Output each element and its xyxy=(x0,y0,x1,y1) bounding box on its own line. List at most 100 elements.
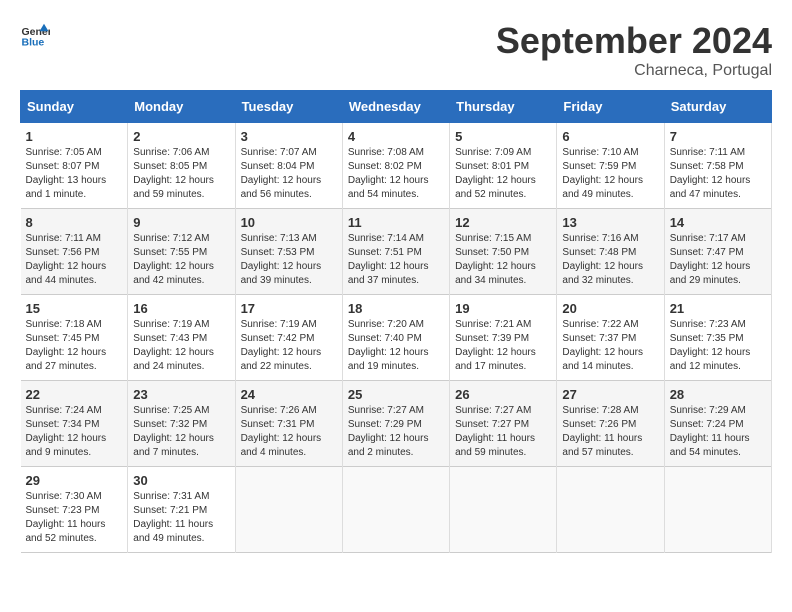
day-info: Sunrise: 7:30 AMSunset: 7:23 PMDaylight:… xyxy=(26,491,106,544)
day-info: Sunrise: 7:18 AMSunset: 7:45 PMDaylight:… xyxy=(26,319,107,372)
day-info: Sunrise: 7:24 AMSunset: 7:34 PMDaylight:… xyxy=(26,405,107,458)
day-number: 14 xyxy=(670,215,766,230)
calendar-cell: 28Sunrise: 7:29 AMSunset: 7:24 PMDayligh… xyxy=(664,381,771,467)
calendar-cell: 19 Sunrise: 7:21 AMSunset: 7:39 PMDayligh… xyxy=(450,295,557,381)
calendar-cell: 16 Sunrise: 7:19 AMSunset: 7:43 PMDayligh… xyxy=(128,295,235,381)
calendar-cell: 25 Sunrise: 7:27 AMSunset: 7:29 PMDayligh… xyxy=(342,381,449,467)
calendar-body: 1Sunrise: 7:05 AMSunset: 8:07 PMDaylight… xyxy=(21,123,772,553)
day-info: Sunrise: 7:25 AMSunset: 7:32 PMDaylight:… xyxy=(133,405,214,458)
day-info: Sunrise: 7:23 AMSunset: 7:35 PMDaylight:… xyxy=(670,319,751,372)
day-number: 2 xyxy=(133,129,229,144)
location-subtitle: Charneca, Portugal xyxy=(496,62,772,80)
day-info: Sunrise: 7:20 AMSunset: 7:40 PMDaylight:… xyxy=(348,319,429,372)
day-info: Sunrise: 7:22 AMSunset: 7:37 PMDaylight:… xyxy=(562,319,643,372)
col-saturday: Saturday xyxy=(664,91,771,123)
calendar-week-row: 22 Sunrise: 7:24 AMSunset: 7:34 PMDayligh… xyxy=(21,381,772,467)
calendar-cell: 3 Sunrise: 7:07 AMSunset: 8:04 PMDaylight… xyxy=(235,123,342,209)
calendar-cell: 13 Sunrise: 7:16 AMSunset: 7:48 PMDayligh… xyxy=(557,209,664,295)
day-number: 8 xyxy=(26,215,123,230)
day-info: Sunrise: 7:12 AMSunset: 7:55 PMDaylight:… xyxy=(133,233,214,286)
calendar-cell: 15 Sunrise: 7:18 AMSunset: 7:45 PMDayligh… xyxy=(21,295,128,381)
day-info: Sunrise: 7:26 AMSunset: 7:31 PMDaylight:… xyxy=(241,405,322,458)
day-info: Sunrise: 7:21 AMSunset: 7:39 PMDaylight:… xyxy=(455,319,536,372)
day-info: Sunrise: 7:08 AMSunset: 8:02 PMDaylight:… xyxy=(348,147,429,200)
day-number: 13 xyxy=(562,215,658,230)
calendar-cell: 17 Sunrise: 7:19 AMSunset: 7:42 PMDayligh… xyxy=(235,295,342,381)
calendar-cell: 11 Sunrise: 7:14 AMSunset: 7:51 PMDayligh… xyxy=(342,209,449,295)
month-title: September 2024 xyxy=(496,20,772,62)
day-info: Sunrise: 7:09 AMSunset: 8:01 PMDaylight:… xyxy=(455,147,536,200)
day-number: 26 xyxy=(455,387,551,402)
day-number: 11 xyxy=(348,215,444,230)
col-friday: Friday xyxy=(557,91,664,123)
day-info: Sunrise: 7:31 AMSunset: 7:21 PMDaylight:… xyxy=(133,491,213,544)
calendar-week-row: 29 Sunrise: 7:30 AMSunset: 7:23 PMDayligh… xyxy=(21,467,772,553)
day-info: Sunrise: 7:27 AMSunset: 7:27 PMDaylight:… xyxy=(455,405,535,458)
calendar-week-row: 1Sunrise: 7:05 AMSunset: 8:07 PMDaylight… xyxy=(21,123,772,209)
calendar-cell: 14Sunrise: 7:17 AMSunset: 7:47 PMDayligh… xyxy=(664,209,771,295)
calendar-cell: 23Sunrise: 7:25 AMSunset: 7:32 PMDayligh… xyxy=(128,381,235,467)
calendar-cell: 29 Sunrise: 7:30 AMSunset: 7:23 PMDayligh… xyxy=(21,467,128,553)
calendar-cell: 7Sunrise: 7:11 AMSunset: 7:58 PMDaylight… xyxy=(664,123,771,209)
calendar-cell: 18 Sunrise: 7:20 AMSunset: 7:40 PMDayligh… xyxy=(342,295,449,381)
calendar-cell: 22 Sunrise: 7:24 AMSunset: 7:34 PMDayligh… xyxy=(21,381,128,467)
calendar-cell: 12Sunrise: 7:15 AMSunset: 7:50 PMDayligh… xyxy=(450,209,557,295)
day-info: Sunrise: 7:07 AMSunset: 8:04 PMDaylight:… xyxy=(241,147,322,200)
day-info: Sunrise: 7:27 AMSunset: 7:29 PMDaylight:… xyxy=(348,405,429,458)
calendar-cell xyxy=(664,467,771,553)
day-number: 22 xyxy=(26,387,123,402)
day-number: 4 xyxy=(348,129,444,144)
logo: General Blue xyxy=(20,20,50,50)
day-info: Sunrise: 7:14 AMSunset: 7:51 PMDaylight:… xyxy=(348,233,429,286)
day-number: 17 xyxy=(241,301,337,316)
calendar-cell: 30Sunrise: 7:31 AMSunset: 7:21 PMDayligh… xyxy=(128,467,235,553)
page-header: General Blue September 2024 Charneca, Po… xyxy=(20,20,772,80)
day-info: Sunrise: 7:06 AMSunset: 8:05 PMDaylight:… xyxy=(133,147,214,200)
col-sunday: Sunday xyxy=(21,91,128,123)
calendar-cell xyxy=(235,467,342,553)
calendar-cell: 27 Sunrise: 7:28 AMSunset: 7:26 PMDayligh… xyxy=(557,381,664,467)
day-number: 3 xyxy=(241,129,337,144)
day-number: 9 xyxy=(133,215,229,230)
day-number: 20 xyxy=(562,301,658,316)
calendar-table: Sunday Monday Tuesday Wednesday Thursday… xyxy=(20,90,772,553)
day-number: 29 xyxy=(26,473,123,488)
day-number: 16 xyxy=(133,301,229,316)
calendar-cell: 5 Sunrise: 7:09 AMSunset: 8:01 PMDaylight… xyxy=(450,123,557,209)
day-info: Sunrise: 7:10 AMSunset: 7:59 PMDaylight:… xyxy=(562,147,643,200)
calendar-cell: 8 Sunrise: 7:11 AMSunset: 7:56 PMDaylight… xyxy=(21,209,128,295)
calendar-cell xyxy=(557,467,664,553)
calendar-cell xyxy=(450,467,557,553)
col-wednesday: Wednesday xyxy=(342,91,449,123)
day-info: Sunrise: 7:05 AMSunset: 8:07 PMDaylight:… xyxy=(26,147,107,200)
calendar-cell xyxy=(342,467,449,553)
day-number: 25 xyxy=(348,387,444,402)
col-tuesday: Tuesday xyxy=(235,91,342,123)
title-area: September 2024 Charneca, Portugal xyxy=(496,20,772,80)
day-number: 6 xyxy=(562,129,658,144)
day-info: Sunrise: 7:11 AMSunset: 7:58 PMDaylight:… xyxy=(670,147,751,200)
calendar-cell: 26 Sunrise: 7:27 AMSunset: 7:27 PMDayligh… xyxy=(450,381,557,467)
calendar-week-row: 8 Sunrise: 7:11 AMSunset: 7:56 PMDaylight… xyxy=(21,209,772,295)
logo-icon: General Blue xyxy=(20,20,50,50)
day-number: 15 xyxy=(26,301,123,316)
day-info: Sunrise: 7:11 AMSunset: 7:56 PMDaylight:… xyxy=(26,233,107,286)
day-number: 24 xyxy=(241,387,337,402)
day-info: Sunrise: 7:29 AMSunset: 7:24 PMDaylight:… xyxy=(670,405,750,458)
svg-text:Blue: Blue xyxy=(22,37,45,49)
day-info: Sunrise: 7:19 AMSunset: 7:43 PMDaylight:… xyxy=(133,319,214,372)
calendar-cell: 1Sunrise: 7:05 AMSunset: 8:07 PMDaylight… xyxy=(21,123,128,209)
calendar-cell: 20 Sunrise: 7:22 AMSunset: 7:37 PMDayligh… xyxy=(557,295,664,381)
calendar-cell: 24 Sunrise: 7:26 AMSunset: 7:31 PMDayligh… xyxy=(235,381,342,467)
day-number: 18 xyxy=(348,301,444,316)
day-number: 27 xyxy=(562,387,658,402)
day-info: Sunrise: 7:19 AMSunset: 7:42 PMDaylight:… xyxy=(241,319,322,372)
calendar-week-row: 15 Sunrise: 7:18 AMSunset: 7:45 PMDayligh… xyxy=(21,295,772,381)
day-info: Sunrise: 7:28 AMSunset: 7:26 PMDaylight:… xyxy=(562,405,642,458)
calendar-header-row: Sunday Monday Tuesday Wednesday Thursday… xyxy=(21,91,772,123)
day-info: Sunrise: 7:16 AMSunset: 7:48 PMDaylight:… xyxy=(562,233,643,286)
day-number: 5 xyxy=(455,129,551,144)
day-number: 19 xyxy=(455,301,551,316)
col-thursday: Thursday xyxy=(450,91,557,123)
day-number: 12 xyxy=(455,215,551,230)
